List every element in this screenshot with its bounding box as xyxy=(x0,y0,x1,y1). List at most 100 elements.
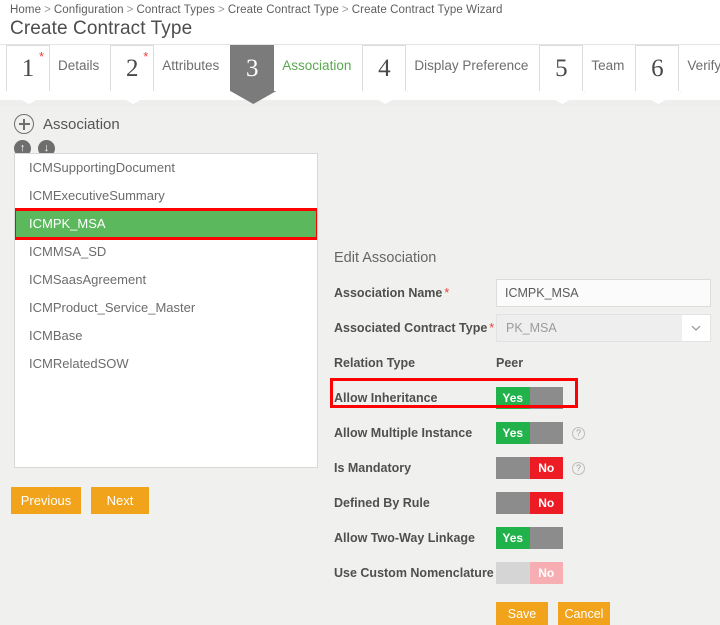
relation-type-row: Relation Type Peer xyxy=(334,348,714,378)
associated-contract-type-label-text: Associated Contract Type xyxy=(334,321,487,335)
wizard-step-nav: 1*Details2*Attributes3Association4Displa… xyxy=(0,44,720,100)
edit-association-heading: Edit Association xyxy=(334,250,714,266)
list-item[interactable]: ICMProduct_Service_Master xyxy=(15,294,317,322)
toggle-row-defined-by-rule: Defined By Rule No xyxy=(334,488,714,518)
wizard-step-number: 4 xyxy=(362,45,406,91)
wizard-step-label: Team xyxy=(583,45,633,73)
wizard-step-details[interactable]: 1*Details xyxy=(6,45,108,91)
list-item-selected[interactable]: ICMPK_MSA xyxy=(15,210,317,238)
page-title: Create Contract Type xyxy=(10,18,720,40)
toggle-off-label: No xyxy=(530,492,564,514)
toggle-label: Allow Inheritance xyxy=(334,391,496,405)
wizard-step-label: Association xyxy=(274,45,360,73)
toggle-track xyxy=(496,492,530,514)
breadcrumb-separator: > xyxy=(218,4,225,16)
toggle-track xyxy=(530,387,564,409)
next-button[interactable]: Next xyxy=(91,487,149,514)
cancel-button[interactable]: Cancel xyxy=(558,602,610,625)
wizard-step-team[interactable]: 5Team xyxy=(539,45,633,91)
help-icon[interactable]: ? xyxy=(572,462,585,475)
toggle-switch[interactable]: Yes xyxy=(496,422,563,444)
toggle-switch[interactable]: Yes xyxy=(496,527,563,549)
edit-association-panel: Edit Association Association Name* Assoc… xyxy=(334,250,714,625)
save-button[interactable]: Save xyxy=(496,602,548,625)
previous-button[interactable]: Previous xyxy=(11,487,81,514)
toggle-off-label: No xyxy=(530,457,564,479)
breadcrumb-separator: > xyxy=(127,4,134,16)
wizard-step-label: Verify xyxy=(679,45,720,73)
association-name-label: Association Name* xyxy=(334,286,496,300)
breadcrumb-item[interactable]: Configuration xyxy=(54,4,124,16)
breadcrumb: Home>Configuration>Contract Types>Create… xyxy=(10,4,720,16)
toggle-track xyxy=(530,422,564,444)
toggle-label: Allow Multiple Instance xyxy=(334,426,496,440)
associated-contract-type-value: PK_MSA xyxy=(497,321,557,335)
associated-contract-type-label: Associated Contract Type* xyxy=(334,321,496,335)
required-marker: * xyxy=(39,50,44,63)
help-icon[interactable]: ? xyxy=(572,427,585,440)
wizard-step-number: 5 xyxy=(539,45,583,91)
toggle-label: Defined By Rule xyxy=(334,496,496,510)
breadcrumb-item[interactable]: Home xyxy=(10,4,41,16)
wizard-step-label: Details xyxy=(50,45,108,73)
toggle-switch: No xyxy=(496,562,563,584)
association-name-label-text: Association Name xyxy=(334,286,442,300)
relation-type-value: Peer xyxy=(496,356,523,370)
breadcrumb-item[interactable]: Contract Types xyxy=(136,4,215,16)
wizard-step-number: 3 xyxy=(230,45,274,91)
plus-circle-icon[interactable] xyxy=(14,114,34,134)
wizard-step-display-preference[interactable]: 4Display Preference xyxy=(362,45,537,91)
required-marker: * xyxy=(489,321,494,335)
toggle-row-allow-multiple-instance: Allow Multiple InstanceYes? xyxy=(334,418,714,448)
list-item[interactable]: ICMSupportingDocument xyxy=(15,154,317,182)
wizard-step-verify[interactable]: 6Verify xyxy=(635,45,720,91)
toggle-rows: Allow InheritanceYesAllow Multiple Insta… xyxy=(334,383,714,588)
toggle-switch[interactable]: No xyxy=(496,457,563,479)
wizard-footer-actions: Previous Next xyxy=(11,487,149,514)
breadcrumb-item[interactable]: Create Contract Type Wizard xyxy=(352,4,503,16)
toggle-row-allow-inheritance: Allow InheritanceYes xyxy=(334,383,714,413)
list-item[interactable]: ICMExecutiveSummary xyxy=(15,182,317,210)
relation-type-label: Relation Type xyxy=(334,356,496,370)
toggle-on-label: Yes xyxy=(496,527,530,549)
toggle-off-label: No xyxy=(530,562,564,584)
breadcrumb-item[interactable]: Create Contract Type xyxy=(228,4,339,16)
page-header: Home>Configuration>Contract Types>Create… xyxy=(0,0,720,44)
association-list[interactable]: ICMSupportingDocumentICMExecutiveSummary… xyxy=(14,153,318,468)
list-item[interactable]: ICMMSA_SD xyxy=(15,238,317,266)
toggle-label: Allow Two-Way Linkage xyxy=(334,531,496,545)
toggle-row-allow-two-way-linkage: Allow Two-Way LinkageYes xyxy=(334,523,714,553)
wizard-step-attributes[interactable]: 2*Attributes xyxy=(110,45,228,91)
toggle-track xyxy=(530,527,564,549)
wizard-step-label: Display Preference xyxy=(406,45,537,73)
association-name-row: Association Name* xyxy=(334,278,714,308)
associated-contract-type-select[interactable]: PK_MSA xyxy=(496,314,711,342)
association-section-title: Association xyxy=(43,116,120,133)
main-content: Association ↑ ↓ ICMSupportingDocumentICM… xyxy=(0,100,720,157)
breadcrumb-separator: > xyxy=(44,4,51,16)
toggle-label: Is Mandatory xyxy=(334,461,496,475)
form-action-buttons: Save Cancel xyxy=(496,602,714,625)
wizard-step-label: Attributes xyxy=(154,45,228,73)
toggle-on-label: Yes xyxy=(496,422,530,444)
wizard-step-number: 6 xyxy=(635,45,679,91)
association-section-header: Association xyxy=(0,100,720,134)
wizard-step-number: 1* xyxy=(6,45,50,91)
list-item[interactable]: ICMSaasAgreement xyxy=(15,266,317,294)
toggle-label: Use Custom Nomenclature xyxy=(334,566,496,580)
chevron-down-icon[interactable] xyxy=(682,315,710,341)
wizard-step-number: 2* xyxy=(110,45,154,91)
association-name-input[interactable] xyxy=(496,279,711,307)
toggle-switch[interactable]: No xyxy=(496,492,563,514)
breadcrumb-separator: > xyxy=(342,4,349,16)
required-marker: * xyxy=(143,50,148,63)
toggle-row-use-custom-nomenclature: Use Custom Nomenclature No xyxy=(334,558,714,588)
list-item[interactable]: ICMBase xyxy=(15,322,317,350)
toggle-switch[interactable]: Yes xyxy=(496,387,563,409)
toggle-on-label: Yes xyxy=(496,387,530,409)
required-marker: * xyxy=(444,286,449,300)
list-item[interactable]: ICMRelatedSOW xyxy=(15,350,317,378)
wizard-step-association[interactable]: 3Association xyxy=(230,45,360,91)
toggle-track xyxy=(496,562,530,584)
toggle-row-is-mandatory: Is Mandatory No? xyxy=(334,453,714,483)
